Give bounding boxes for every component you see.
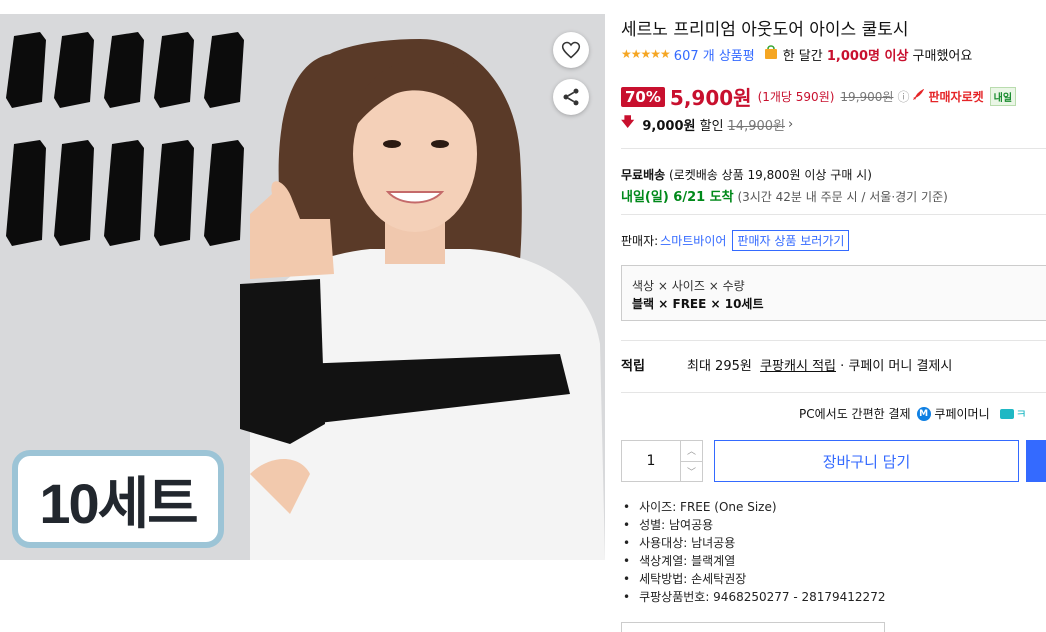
info-icon[interactable]: ⓘ <box>897 88 909 105</box>
wishlist-button[interactable] <box>553 32 589 68</box>
coupon-label: 할인 <box>699 118 724 134</box>
coupon-row[interactable]: 🡇 9,000원 할인 14,900원 › <box>621 113 793 135</box>
coupon-original-price: 14,900원 <box>727 118 785 134</box>
shopping-bag-icon <box>763 44 779 64</box>
product-title: 세르노 프리미엄 아웃도어 아이스 쿨토시 <box>621 20 909 40</box>
divider <box>621 214 1046 215</box>
discount-rate-badge: 70% <box>621 86 665 107</box>
tomorrow-badge: 내일 <box>989 87 1017 106</box>
list-item: 사이즈: FREE (One Size) <box>623 498 885 516</box>
buy-now-button[interactable] <box>1026 440 1046 482</box>
divider <box>621 340 1046 341</box>
arrival-note: (3시간 42분 내 주문 시 / 서울⋅경기 기준) <box>737 190 948 204</box>
easy-pay-text: PC에서도 간편한 결제 <box>799 407 911 421</box>
seller-name-link[interactable]: 스마트바이어 <box>660 232 726 249</box>
rating-row: ★★★★★ 607 개 상품평 한 달간 1,000명 이상 구매했어요 <box>621 44 972 64</box>
list-item: 성별: 남여공용 <box>623 516 885 534</box>
share-icon <box>563 88 579 106</box>
set-count-badge: 10세트 <box>12 450 224 548</box>
free-shipping-label: 무료배송 <box>621 168 666 182</box>
coupang-cash-link[interactable]: 쿠팡캐시 적립 <box>760 355 836 374</box>
arrival-date: 내일(일) 6/21 도착 <box>621 190 734 205</box>
list-item: 쿠팡상품번호: 9468250277 - 28179412272 <box>623 588 885 606</box>
reward-max: 최대 295원 <box>687 359 752 374</box>
free-shipping-note: (로켓배송 상품 19,800원 이상 구매 시) <box>669 168 872 182</box>
set-count-label: 10세트 <box>39 471 198 535</box>
review-count-link[interactable]: 607 개 상품평 <box>674 45 755 64</box>
coupon-amount: 9,000원 <box>642 118 696 134</box>
quantity-input[interactable]: 1 <box>622 441 680 481</box>
seller-row: 판매자: 스마트바이어 판매자 상품 보러가기 <box>621 230 850 251</box>
free-shipping-info: 무료배송 (로켓배송 상품 19,800원 이상 구매 시) <box>621 166 872 183</box>
more-pay-label: ㅋ <box>1015 407 1027 421</box>
product-attributes: 사이즈: FREE (One Size) 성별: 남여공용 사용대상: 남녀공용… <box>623 498 885 606</box>
quantity-decrease-button[interactable]: ﹀ <box>681 460 702 482</box>
coupay-money-icon: M <box>916 406 931 421</box>
price-row: 70% 5,900원 (1개당 590원) 19,900원 ⓘ 판매자로켓 내일 <box>621 82 1017 111</box>
bought-prefix: 한 달간 <box>782 48 823 64</box>
chevron-right-icon: › <box>787 116 794 132</box>
unit-price: (1개당 590원) <box>757 90 835 104</box>
option-selector[interactable]: 색상 × 사이즈 × 수량 블랙 × FREE × 10세트 <box>621 265 1046 321</box>
quantity-buttons: ︿ ﹀ <box>680 441 702 481</box>
product-image: 10세트 <box>0 14 605 560</box>
seller-goods-button[interactable]: 판매자 상품 보러가기 <box>732 230 850 251</box>
reward-row: 적립 최대 295원 쿠팡캐시 적립 · 쿠페이 머니 결제시 <box>621 355 952 374</box>
card-icon <box>999 408 1014 419</box>
more-info-box <box>621 622 885 632</box>
option-labels: 색상 × 사이즈 × 수량 <box>632 279 745 293</box>
list-item: 사용대상: 남녀공용 <box>623 534 885 552</box>
list-item: 세탁방법: 손세탁권장 <box>623 570 885 588</box>
coupay-money-label: 쿠페이머니 <box>934 407 990 421</box>
add-to-cart-button[interactable]: 장바구니 담기 <box>714 440 1019 482</box>
seller-rocket-label: 판매자로켓 <box>928 90 984 104</box>
quantity-stepper[interactable]: 1 ︿ ﹀ <box>621 440 703 482</box>
sale-price: 5,900원 <box>669 86 752 110</box>
arrow-down-icon: 🡇 <box>621 115 635 130</box>
original-price: 19,900원 <box>840 90 894 104</box>
quantity-increase-button[interactable]: ︿ <box>681 441 702 461</box>
share-button[interactable] <box>553 79 589 115</box>
option-values: 블랙 × FREE × 10세트 <box>632 297 764 311</box>
rating-stars: ★★★★★ <box>621 47 671 61</box>
list-item: 색상계열: 블랙계열 <box>623 552 885 570</box>
arrival-info: 내일(일) 6/21 도착 (3시간 42분 내 주문 시 / 서울⋅경기 기준… <box>621 186 948 205</box>
bought-suffix: 구매했어요 <box>912 48 973 64</box>
divider <box>621 148 1046 149</box>
bought-count: 1,000명 이상 <box>826 48 909 64</box>
divider <box>621 392 1046 393</box>
reward-suffix: · 쿠페이 머니 결제시 <box>840 359 953 374</box>
reward-title: 적립 <box>621 359 645 374</box>
easy-pay-row: PC에서도 간편한 결제 M 쿠페이머니 ㅋ <box>799 405 1027 422</box>
seller-label: 판매자: <box>621 234 659 248</box>
rocket-icon <box>911 88 925 105</box>
heart-icon <box>561 41 581 59</box>
